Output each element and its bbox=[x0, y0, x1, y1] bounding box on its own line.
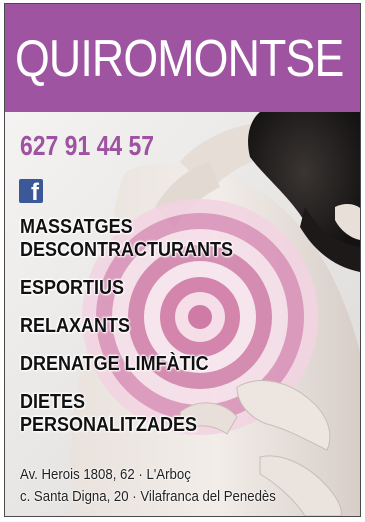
address-block: Av. Herois 1808, 62 · L'Arboç c. Santa D… bbox=[20, 464, 276, 508]
service-line: DIETES bbox=[20, 391, 86, 413]
facebook-icon[interactable]: f bbox=[19, 179, 43, 203]
header-banner: QUIROMONTSE bbox=[5, 4, 360, 112]
service-item-relaxants: RELAXANTS bbox=[20, 315, 233, 338]
service-item-dietes: DIETES PERSONALITZADES bbox=[20, 391, 233, 437]
service-line: ESPORTIUS bbox=[20, 277, 125, 299]
services-list: MASSATGES DESCONTRACTURANTS ESPORTIUS RE… bbox=[20, 216, 257, 452]
service-item-massatges: MASSATGES DESCONTRACTURANTS bbox=[20, 216, 233, 262]
brand-title: QUIROMONTSE bbox=[15, 30, 344, 88]
service-line: RELAXANTS bbox=[20, 315, 131, 337]
advertisement: QUIROMONTSE 627 91 44 57 f MASSATGES DES… bbox=[0, 0, 365, 522]
address-line: Av. Herois 1808, 62 · L'Arboç bbox=[20, 466, 191, 483]
service-item-drenatge: DRENATGE LIMFÀTIC bbox=[20, 353, 233, 376]
service-item-esportius: ESPORTIUS bbox=[20, 277, 233, 300]
address-line: c. Santa Digna, 20 · Vilafranca del Pene… bbox=[20, 488, 276, 505]
service-line: DESCONTRACTURANTS bbox=[20, 239, 234, 261]
ad-frame: QUIROMONTSE 627 91 44 57 f MASSATGES DES… bbox=[4, 3, 361, 517]
service-line: PERSONALITZADES bbox=[20, 414, 198, 436]
service-line: DRENATGE LIMFÀTIC bbox=[20, 353, 209, 375]
phone-number[interactable]: 627 91 44 57 bbox=[20, 130, 154, 162]
service-line: MASSATGES bbox=[20, 216, 133, 238]
